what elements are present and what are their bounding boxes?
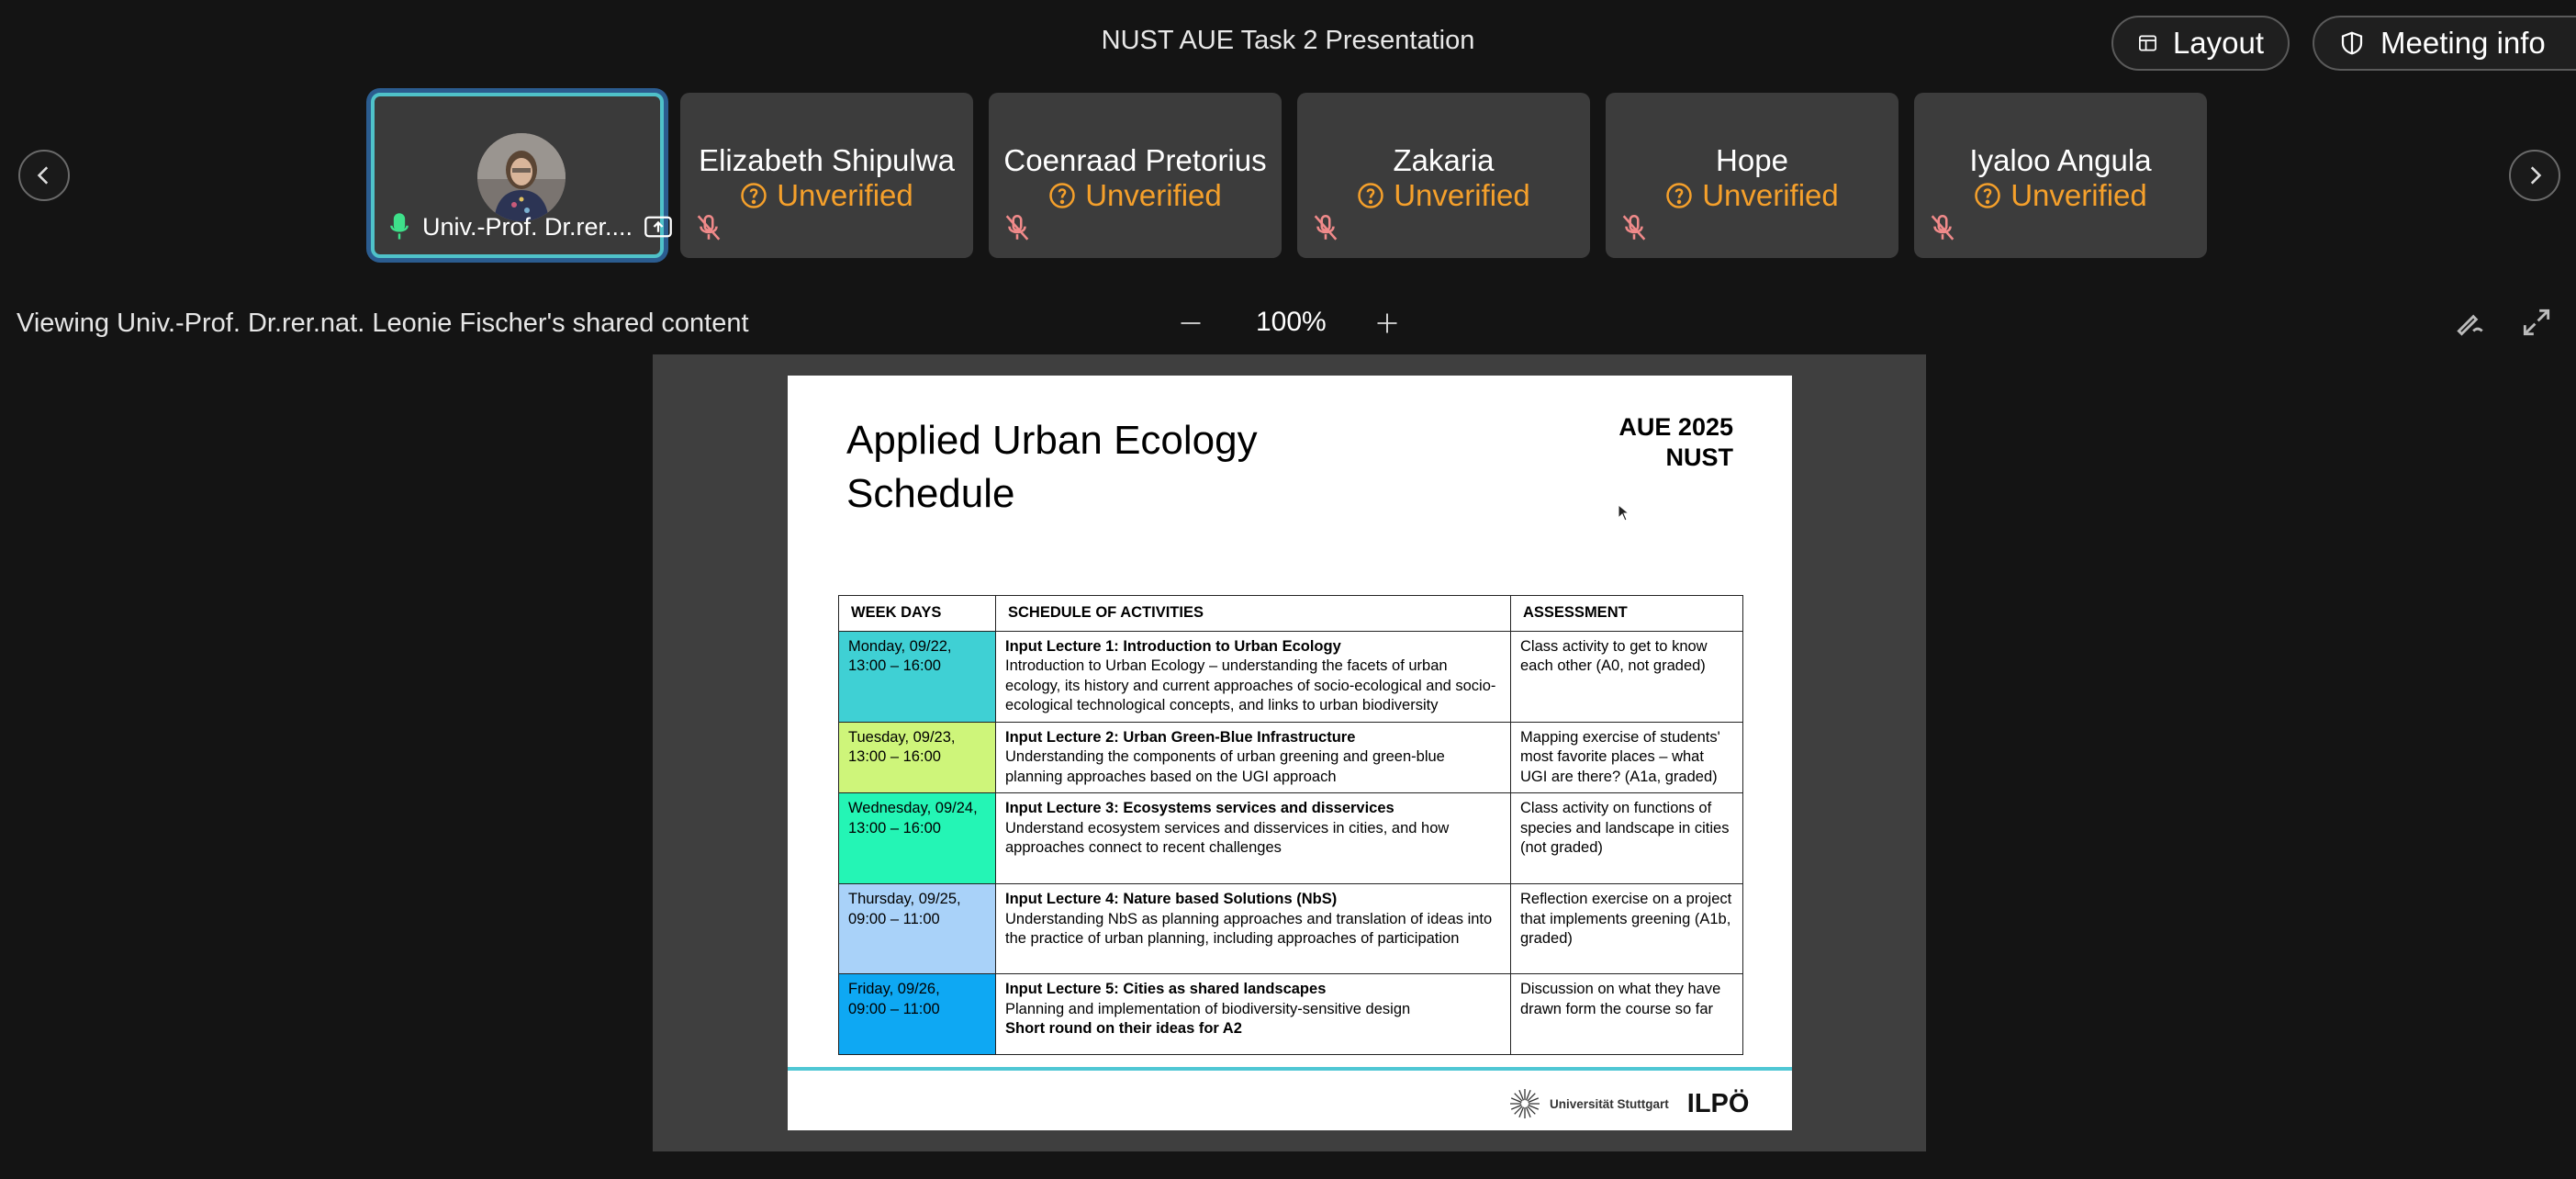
shield-icon	[2341, 31, 2363, 55]
unverified-icon	[1975, 183, 2000, 208]
chevron-left-icon	[37, 166, 49, 185]
assessment-cell: Class activity to get to know each other…	[1510, 630, 1743, 723]
participant-name: Elizabeth Shipulwa	[699, 143, 955, 177]
slide-divider	[788, 1067, 1792, 1071]
day-cell: Wednesday, 09/24, 13:00 – 16:00	[838, 792, 996, 884]
annotate-icon[interactable]	[2453, 305, 2488, 340]
course-badge: AUE 2025 NUST	[1618, 413, 1733, 471]
day-cell: Friday, 09/26, 09:00 – 11:00	[838, 973, 996, 1055]
participant-name: Zakaria	[1393, 143, 1495, 177]
university-logo: Universität Stuttgart ILPÖ	[1509, 1088, 1749, 1119]
zoom-level: 100%	[1256, 307, 1327, 337]
layout-label: Layout	[2172, 26, 2264, 60]
unverified-icon	[1666, 183, 1692, 208]
zoom-in-icon	[1377, 313, 1397, 333]
meeting-info-button[interactable]: Meeting info	[2313, 16, 2576, 71]
assessment-cell: Mapping exercise of students' most favor…	[1510, 721, 1743, 793]
fullscreen-icon[interactable]	[2519, 305, 2554, 340]
mic-off-icon	[1931, 214, 1954, 241]
table-row: Wednesday, 09/24, 13:00 – 16:00 Input Le…	[838, 792, 1743, 884]
participant-name: Coenraad Pretorius	[1003, 143, 1267, 177]
mic-off-icon	[1622, 214, 1646, 241]
participant-tile[interactable]: Elizabeth Shipulwa Unverified	[680, 93, 973, 258]
unverified-badge: Unverified	[989, 178, 1282, 213]
column-header: SCHEDULE OF ACTIVITIES	[995, 595, 1511, 632]
next-participants-button[interactable]	[2509, 150, 2560, 201]
activity-cell: Input Lecture 1: Introduction to Urban E…	[995, 630, 1511, 723]
participant-name: Iyaloo Angula	[1969, 143, 2152, 177]
viewing-shared-content-label: Viewing Univ.-Prof. Dr.rer.nat. Leonie F…	[17, 309, 749, 338]
avatar	[477, 133, 566, 221]
day-cell: Thursday, 09/25, 09:00 – 11:00	[838, 883, 996, 974]
mic-off-icon	[1314, 214, 1338, 241]
schedule-table: WEEK DAYS SCHEDULE OF ACTIVITIES ASSESSM…	[838, 595, 1743, 1055]
slide-title: Applied Urban Ecology Schedule	[846, 418, 1258, 516]
day-cell: Tuesday, 09/23, 13:00 – 16:00	[838, 721, 996, 793]
table-header-row: WEEK DAYS SCHEDULE OF ACTIVITIES ASSESSM…	[838, 595, 1743, 632]
day-cell: Monday, 09/22, 13:00 – 16:00	[838, 630, 996, 723]
presentation-slide: Applied Urban Ecology Schedule AUE 2025 …	[788, 376, 1792, 1130]
unverified-badge: Unverified	[680, 178, 973, 213]
layout-button[interactable]: Layout	[2111, 16, 2290, 71]
activity-cell: Input Lecture 2: Urban Green-Blue Infras…	[995, 721, 1511, 793]
meeting-info-label: Meeting info	[2380, 26, 2546, 60]
mic-off-icon	[1005, 214, 1029, 241]
table-row: Tuesday, 09/23, 13:00 – 16:00 Input Lect…	[838, 721, 1743, 793]
table-row: Friday, 09/26, 09:00 – 11:00 Input Lectu…	[838, 973, 1743, 1055]
previous-participants-button[interactable]	[18, 150, 70, 201]
screen-share-icon	[644, 216, 672, 238]
assessment-cell: Class activity on functions of species a…	[1510, 792, 1743, 884]
unverified-badge: Unverified	[1914, 178, 2207, 213]
unverified-icon	[741, 183, 767, 208]
participant-tile[interactable]: Coenraad Pretorius Unverified	[989, 93, 1282, 258]
university-name: Universität Stuttgart	[1550, 1096, 1669, 1111]
chevron-right-icon	[2530, 166, 2542, 185]
table-row: Thursday, 09/25, 09:00 – 11:00 Input Lec…	[838, 883, 1743, 974]
activity-cell: Input Lecture 4: Nature based Solutions …	[995, 883, 1511, 974]
activity-cell: Input Lecture 3: Ecosystems services and…	[995, 792, 1511, 884]
participant-tile-presenter[interactable]: Univ.-Prof. Dr.rer....	[371, 93, 672, 258]
table-row: Monday, 09/22, 13:00 – 16:00 Input Lectu…	[838, 630, 1743, 723]
participant-tile[interactable]: Iyaloo Angula Unverified	[1914, 93, 2207, 258]
university-seal-icon	[1510, 1089, 1540, 1118]
mic-off-icon	[697, 214, 721, 241]
zoom-in-button[interactable]	[1369, 305, 1406, 342]
activity-cell: Input Lecture 5: Cities as shared landsc…	[995, 973, 1511, 1055]
assessment-cell: Reflection exercise on a project that im…	[1510, 883, 1743, 974]
layout-icon	[2139, 35, 2156, 51]
unverified-icon	[1049, 183, 1075, 208]
column-header: ASSESSMENT	[1510, 595, 1743, 632]
institute-logo-text: ILPÖ	[1686, 1088, 1750, 1118]
zoom-out-icon	[1181, 322, 1201, 324]
assessment-cell: Discussion on what they have drawn form …	[1510, 973, 1743, 1055]
participant-name: Hope	[1716, 143, 1788, 177]
unverified-badge: Unverified	[1297, 178, 1590, 213]
participant-tile[interactable]: Hope Unverified	[1606, 93, 1898, 258]
column-header: WEEK DAYS	[838, 595, 996, 632]
mic-icon	[390, 213, 409, 240]
unverified-icon	[1358, 183, 1383, 208]
participant-tile[interactable]: Zakaria Unverified	[1297, 93, 1590, 258]
mouse-pointer-icon	[1618, 504, 1630, 522]
zoom-out-button[interactable]	[1172, 305, 1209, 342]
participant-name: Univ.-Prof. Dr.rer....	[422, 212, 633, 241]
unverified-badge: Unverified	[1606, 178, 1898, 213]
